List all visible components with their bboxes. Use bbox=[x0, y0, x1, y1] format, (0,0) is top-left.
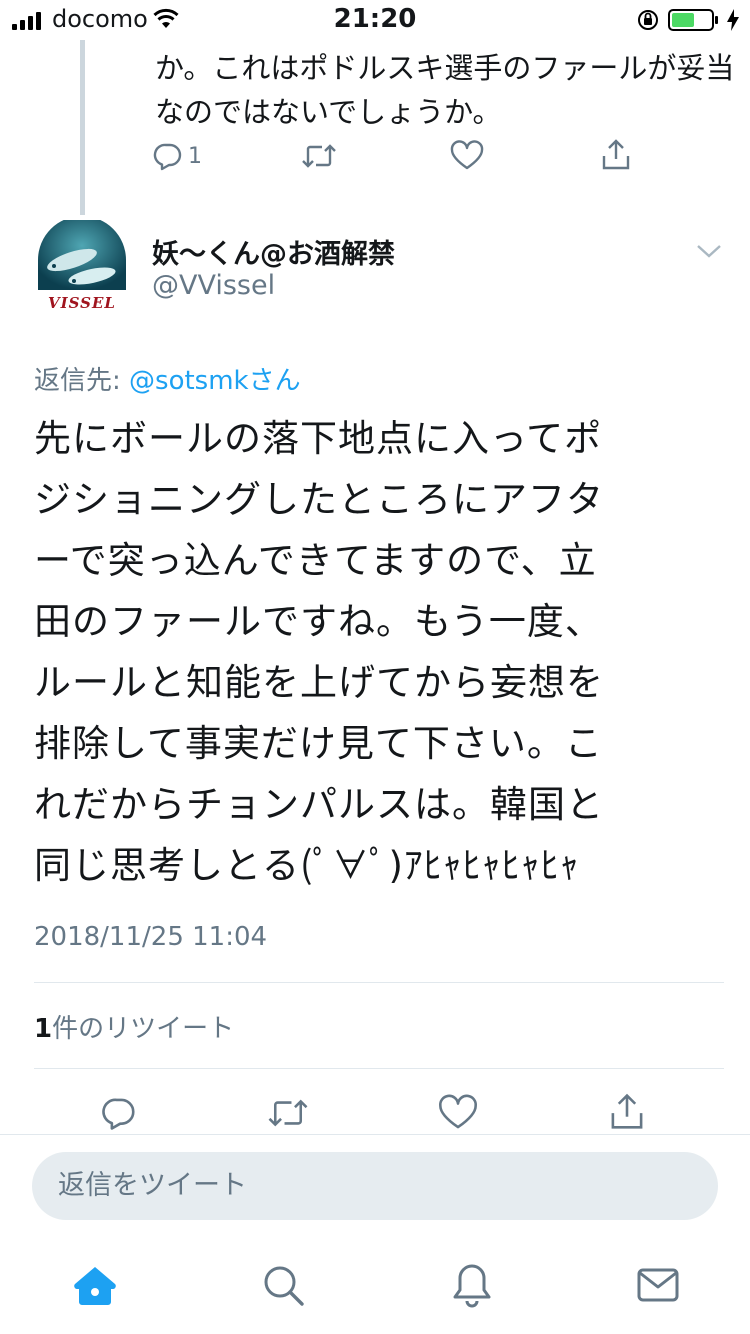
tab-bar bbox=[0, 1240, 750, 1334]
tweet-body-line: ルールと知能を上げてから妄想を bbox=[34, 661, 604, 704]
share-icon bbox=[611, 1093, 643, 1129]
previous-reply-button[interactable]: 1 bbox=[152, 140, 202, 172]
tweet-body-line: 同じ思考しとる(ﾟ∀ﾟ)ｱﾋｬﾋｬﾋｬﾋｬ bbox=[34, 844, 580, 887]
previous-tweet-line: か。これはポドルスキ選手のファールが妥当 bbox=[155, 51, 735, 85]
previous-retweet-button[interactable] bbox=[300, 140, 338, 172]
reply-input[interactable]: 返信をツイート bbox=[32, 1152, 718, 1220]
chevron-down-icon[interactable] bbox=[696, 242, 722, 264]
tweet-body: 先にボールの落下地点に入ってポ ジショニングしたところにアフタ ーで突っ込んでき… bbox=[34, 408, 724, 896]
messages-icon[interactable] bbox=[636, 1266, 680, 1308]
charging-icon bbox=[726, 8, 740, 38]
tweet-body-line: ーで突っ込んできてますので、立 bbox=[34, 539, 597, 582]
retweet-count-label: 件のリツイート bbox=[52, 1014, 235, 1044]
thread-line bbox=[80, 40, 85, 215]
previous-like-button[interactable] bbox=[450, 140, 484, 172]
retweet-icon bbox=[268, 1099, 308, 1127]
heart-icon bbox=[439, 1094, 477, 1129]
like-button[interactable] bbox=[438, 1094, 478, 1132]
tweet-body-line: ジショニングしたところにアフタ bbox=[34, 478, 604, 521]
reply-mention-link[interactable]: @sotsmkさん bbox=[129, 366, 301, 396]
user-handle[interactable]: @VVissel bbox=[152, 270, 275, 301]
share-icon bbox=[602, 139, 630, 170]
search-icon[interactable] bbox=[262, 1264, 306, 1312]
display-name[interactable]: 妖〜くん@お酒解禁 bbox=[152, 232, 395, 271]
previous-tweet-text[interactable]: か。これはポドルスキ選手のファールが妥当 なのではないでしょうか。 bbox=[155, 46, 735, 134]
reply-icon bbox=[153, 143, 182, 171]
reply-button[interactable] bbox=[100, 1094, 138, 1132]
retweet-count: 1 bbox=[34, 1014, 53, 1044]
avatar-caption: VISSEL bbox=[48, 294, 116, 312]
previous-share-button[interactable] bbox=[600, 138, 632, 172]
retweet-button[interactable] bbox=[266, 1094, 310, 1132]
heart-icon bbox=[450, 140, 484, 170]
notifications-icon[interactable] bbox=[450, 1262, 494, 1312]
divider bbox=[34, 982, 724, 983]
tweet-body-line: 先にボールの落下地点に入ってポ bbox=[34, 417, 603, 460]
tweet-body-line: 田のファールですね。もう一度、 bbox=[34, 600, 603, 643]
tweet-timestamp: 2018/11/25 11:04 bbox=[34, 922, 268, 952]
reply-icon bbox=[102, 1098, 135, 1130]
home-icon[interactable] bbox=[72, 1264, 118, 1312]
avatar[interactable]: VISSEL bbox=[34, 216, 130, 316]
orientation-lock-icon bbox=[636, 8, 660, 38]
tweet-body-line: れだからチョンパルスは。韓国と bbox=[34, 783, 604, 826]
status-bar: docomo 21:20 bbox=[0, 0, 750, 40]
divider bbox=[0, 1134, 750, 1135]
reply-prefix: 返信先: bbox=[34, 366, 130, 396]
previous-tweet-line: なのではないでしょうか。 bbox=[155, 95, 502, 129]
divider bbox=[34, 1068, 724, 1069]
retweet-count-link[interactable]: 1件のリツイート bbox=[34, 1008, 234, 1045]
replying-to: 返信先: @sotsmkさん bbox=[34, 360, 301, 397]
battery-icon bbox=[668, 8, 720, 38]
reply-count: 1 bbox=[188, 143, 202, 169]
tweet-body-line: 排除して事実だけ見て下さい。こ bbox=[34, 722, 603, 765]
share-button[interactable] bbox=[608, 1092, 646, 1132]
retweet-icon bbox=[302, 144, 336, 168]
